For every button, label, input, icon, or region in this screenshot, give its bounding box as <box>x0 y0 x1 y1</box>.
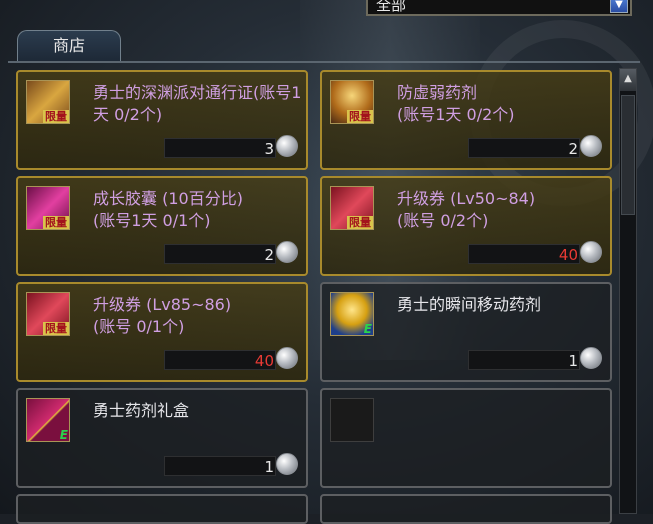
price-field <box>468 138 580 158</box>
shop-item[interactable]: 限量 升级券 (Lv50~84) (账号 0/2个) 40 <box>320 176 612 276</box>
shop-item-empty <box>320 388 612 488</box>
price-field <box>164 244 276 264</box>
scroll-up-icon[interactable]: ▲ <box>620 69 636 91</box>
tab-divider <box>8 61 640 63</box>
coin-icon <box>276 347 298 369</box>
item-name: 勇士的深渊派对通行证(账号1天 0/2个) <box>93 83 302 124</box>
coin-icon <box>276 453 298 475</box>
ticket-icon: 限量 <box>26 80 70 124</box>
item-name: 防虚弱药剂 (账号1天 0/2个) <box>397 83 515 124</box>
limited-badge: 限量 <box>43 110 69 123</box>
empty-slot-icon <box>330 398 374 442</box>
coupon-icon: 限量 <box>330 186 374 230</box>
potion-icon: 限量 <box>330 80 374 124</box>
item-price: 2 <box>264 246 274 264</box>
item-name: 成长胶囊 (10百分比) (账号1天 0/1个) <box>93 189 243 230</box>
item-price: 2 <box>568 140 578 158</box>
coin-icon <box>276 241 298 263</box>
coin-icon <box>580 347 602 369</box>
limited-badge: 限量 <box>43 322 69 335</box>
shop-item-partial[interactable] <box>320 494 612 524</box>
item-name: 升级券 (Lv85~86) (账号 0/1个) <box>93 295 232 336</box>
shop-item[interactable]: 限量 升级券 (Lv85~86) (账号 0/1个) 40 <box>16 282 308 382</box>
item-price: 3 <box>264 140 274 158</box>
item-name: 勇士的瞬间移动药剂 <box>397 295 542 314</box>
e-badge: E <box>363 322 372 336</box>
scroll-thumb[interactable] <box>621 95 635 215</box>
item-name: 升级券 (Lv50~84) (账号 0/2个) <box>397 189 536 230</box>
price-field <box>164 456 276 476</box>
capsule-icon: 限量 <box>26 186 70 230</box>
tab-shop-label: 商店 <box>52 36 85 55</box>
shop-item[interactable]: E 勇士的瞬间移动药剂 1 <box>320 282 612 382</box>
item-price: 40 <box>558 246 578 264</box>
category-dropdown-value: 全部 <box>376 0 407 14</box>
teleport-potion-icon: E <box>330 292 374 336</box>
category-dropdown[interactable]: 全部 ▼ <box>366 0 632 16</box>
shop-item[interactable]: E 勇士药剂礼盒 1 <box>16 388 308 488</box>
e-badge: E <box>59 428 68 442</box>
item-name: 勇士药剂礼盒 <box>93 401 190 420</box>
coin-icon <box>580 135 602 157</box>
limited-badge: 限量 <box>347 216 373 229</box>
chevron-down-icon[interactable]: ▼ <box>610 0 628 13</box>
shop-item[interactable]: 限量 成长胶囊 (10百分比) (账号1天 0/1个) 2 <box>16 176 308 276</box>
coin-icon <box>580 241 602 263</box>
coupon-icon: 限量 <box>26 292 70 336</box>
shop-item[interactable]: 限量 防虚弱药剂 (账号1天 0/2个) 2 <box>320 70 612 170</box>
item-price: 40 <box>254 352 274 370</box>
limited-badge: 限量 <box>347 110 373 123</box>
tab-shop[interactable]: 商店 <box>17 30 121 62</box>
shop-item[interactable]: 限量 勇士的深渊派对通行证(账号1天 0/2个) 3 <box>16 70 308 170</box>
limited-badge: 限量 <box>43 216 69 229</box>
price-field <box>468 350 580 370</box>
scrollbar[interactable]: ▲ <box>619 68 637 514</box>
item-price: 1 <box>264 458 274 476</box>
shop-item-partial[interactable] <box>16 494 308 524</box>
price-field <box>164 138 276 158</box>
item-price: 1 <box>568 352 578 370</box>
coin-icon <box>276 135 298 157</box>
gift-box-icon: E <box>26 398 70 442</box>
